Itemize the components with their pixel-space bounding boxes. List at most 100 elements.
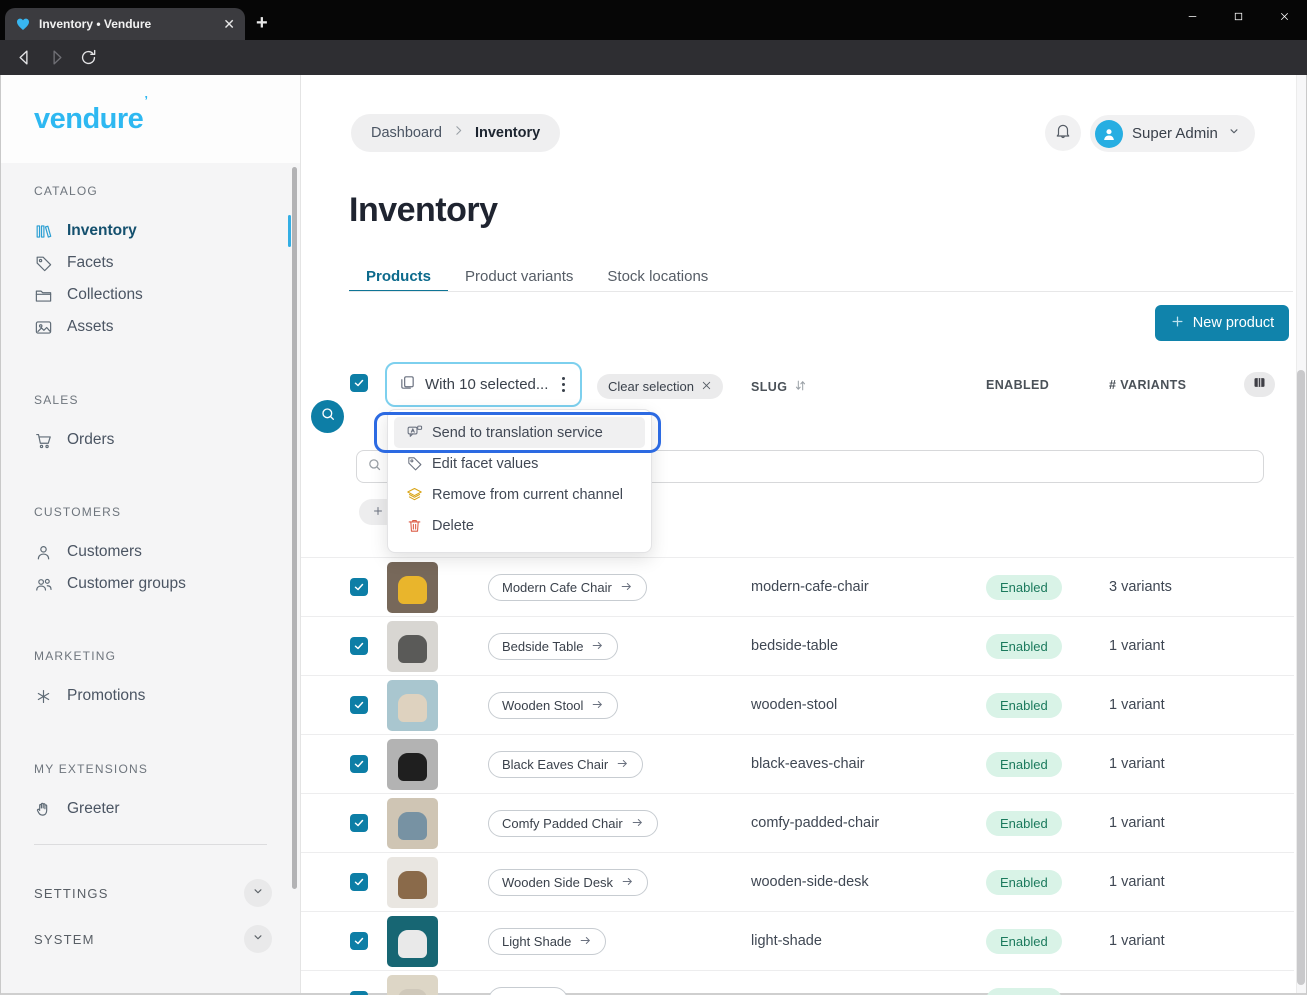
tabs-divider	[349, 291, 1293, 292]
sidebar-item-label: Inventory	[67, 222, 137, 240]
new-tab-button[interactable]: +	[256, 12, 268, 34]
status-badge: Enabled	[986, 634, 1062, 659]
menu-item-edit-facet-values[interactable]: Edit facet values	[394, 448, 645, 479]
select-all-checkbox[interactable]	[350, 374, 368, 392]
sidebar-item-promotions[interactable]: Promotions	[1, 680, 300, 712]
table-row: Black Eaves Chairblack-eaves-chairEnable…	[301, 734, 1294, 793]
column-header-slug[interactable]: SLUG	[751, 378, 808, 396]
arrow-right-icon	[631, 816, 644, 832]
row-checkbox[interactable]	[350, 755, 368, 773]
tab-product-variants[interactable]: Product variants	[448, 261, 590, 291]
user-name: Super Admin	[1132, 125, 1218, 142]
main-scrollbar-track[interactable]	[1296, 75, 1306, 993]
sidebar-section-items: Customers Customer groups	[1, 536, 300, 600]
product-thumbnail-shape	[398, 694, 427, 722]
vendure-favicon-heart-icon	[15, 16, 31, 32]
arrow-right-icon	[579, 934, 592, 950]
column-header-variants[interactable]: # VARIANTS	[1109, 378, 1186, 392]
sidebar-item-assets[interactable]: Assets	[1, 311, 300, 343]
expand-section-button[interactable]	[244, 879, 272, 907]
product-slug: comfy-padded-chair	[751, 815, 879, 831]
sidebar-item-inventory[interactable]: Inventory	[1, 215, 300, 247]
sidebar-item-customer-groups[interactable]: Customer groups	[1, 568, 300, 600]
row-checkbox[interactable]	[350, 932, 368, 950]
window-maximize-icon[interactable]	[1215, 0, 1261, 32]
product-name: Black Eaves Chair	[502, 757, 608, 772]
menu-item-delete[interactable]: Delete	[394, 510, 645, 541]
forward-icon[interactable]	[47, 48, 66, 67]
row-checkbox[interactable]	[350, 814, 368, 832]
sidebar-collapsed-system[interactable]: SYSTEM	[34, 923, 272, 955]
product-name-link[interactable]	[488, 987, 568, 995]
product-name-link[interactable]: Black Eaves Chair	[488, 751, 643, 778]
sidebar-item-customers[interactable]: Customers	[1, 536, 300, 568]
reload-icon[interactable]	[79, 48, 98, 67]
row-checkbox[interactable]	[350, 578, 368, 596]
window-close-icon[interactable]	[1261, 0, 1307, 32]
sidebar-section: CATALOGInventoryFacetsCollectionsAssets	[1, 184, 300, 343]
user-icon	[34, 543, 53, 562]
back-icon[interactable]	[15, 48, 34, 67]
sidebar: vendure’ CATALOGInventoryFacetsCollectio…	[1, 75, 301, 993]
bell-icon	[1054, 122, 1072, 145]
main-scrollbar-thumb[interactable]	[1297, 370, 1305, 985]
sidebar-item-greeter[interactable]: Greeter	[1, 793, 300, 825]
kebab-menu-icon[interactable]	[559, 377, 568, 393]
row-checkbox[interactable]	[350, 637, 368, 655]
browser-tab[interactable]: Inventory • Vendure ✕	[5, 8, 245, 40]
breadcrumb[interactable]: Dashboard Inventory	[351, 114, 560, 152]
product-name-link[interactable]: Light Shade	[488, 928, 606, 955]
product-slug: black-eaves-chair	[751, 756, 865, 772]
sort-icon[interactable]	[793, 378, 808, 396]
sidebar-item-label: Customer groups	[67, 575, 186, 593]
sidebar-item-orders[interactable]: Orders	[1, 424, 300, 456]
bulk-actions-label: With 10 selected...	[425, 376, 550, 393]
sidebar-item-collections[interactable]: Collections	[1, 279, 300, 311]
tab-close-icon[interactable]: ✕	[223, 17, 235, 31]
menu-item-send-to-translation-service[interactable]: Send to translation service	[394, 417, 645, 448]
tab-stock-locations[interactable]: Stock locations	[590, 261, 725, 291]
page-title: Inventory	[349, 191, 498, 230]
chevron-right-icon	[452, 124, 465, 142]
sidebar-item-facets[interactable]: Facets	[1, 247, 300, 279]
expand-section-button[interactable]	[244, 925, 272, 953]
product-thumbnail-shape	[398, 871, 427, 899]
columns-icon	[1252, 375, 1267, 395]
product-name-link[interactable]: Wooden Stool	[488, 692, 618, 719]
product-name-link[interactable]: Modern Cafe Chair	[488, 574, 647, 601]
menu-item-remove-from-current-channel[interactable]: Remove from current channel	[394, 479, 645, 510]
product-thumbnail	[387, 798, 438, 849]
sidebar-section-header: CUSTOMERS	[34, 505, 300, 521]
user-menu[interactable]: Super Admin	[1090, 115, 1255, 152]
row-checkbox[interactable]	[350, 873, 368, 891]
variant-count: 1 variant	[1109, 697, 1165, 713]
arrow-right-icon	[621, 875, 634, 891]
tab-products[interactable]: Products	[349, 261, 448, 291]
notifications-button[interactable]	[1045, 115, 1081, 151]
sidebar-item-label: Facets	[67, 254, 114, 272]
clear-selection-button[interactable]: Clear selection	[597, 374, 723, 399]
cart-icon	[34, 431, 53, 450]
bulk-actions-button[interactable]: With 10 selected...	[385, 362, 582, 407]
sidebar-scrollbar[interactable]	[292, 167, 297, 889]
product-thumbnail	[387, 857, 438, 908]
product-name: Wooden Side Desk	[502, 875, 613, 890]
product-name-link[interactable]: Bedside Table	[488, 633, 618, 660]
product-name-link[interactable]: Wooden Side Desk	[488, 869, 648, 896]
column-settings-button[interactable]	[1244, 372, 1275, 397]
layers-icon	[406, 486, 423, 503]
window-minimize-icon[interactable]	[1169, 0, 1215, 32]
row-checkbox[interactable]	[350, 991, 368, 995]
row-checkbox[interactable]	[350, 696, 368, 714]
table-row: Comfy Padded Chaircomfy-padded-chairEnab…	[301, 793, 1294, 852]
sidebar-item-label: Customers	[67, 543, 142, 561]
new-product-button[interactable]: New product	[1155, 305, 1289, 341]
column-header-enabled[interactable]: ENABLED	[986, 378, 1049, 392]
variant-count: 1 variant	[1109, 933, 1165, 949]
product-name-link[interactable]: Comfy Padded Chair	[488, 810, 658, 837]
sparkle-icon	[34, 687, 53, 706]
breadcrumb-dashboard[interactable]: Dashboard	[371, 125, 442, 141]
search-toggle-button[interactable]	[311, 400, 344, 433]
sidebar-collapsed-settings[interactable]: SETTINGS	[34, 877, 272, 909]
product-slug: wooden-stool	[751, 697, 837, 713]
